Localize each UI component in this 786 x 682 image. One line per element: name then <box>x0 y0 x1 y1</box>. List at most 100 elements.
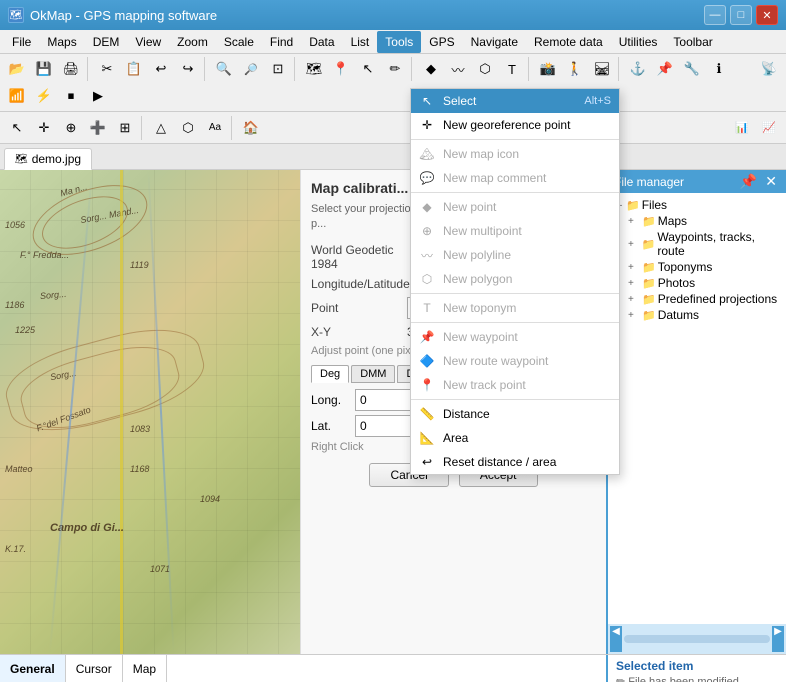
status-tab-map[interactable]: Map <box>123 655 167 682</box>
menu-toolbar[interactable]: Toolbar <box>665 31 720 53</box>
panel-close-btn[interactable]: ✕ <box>762 173 780 190</box>
tb-walk[interactable]: 🚶 <box>562 56 588 82</box>
tb-select[interactable]: ↖ <box>355 56 381 82</box>
tb-cut[interactable]: ✂ <box>94 56 120 82</box>
menu-entry-reset-distance[interactable]: ↩ Reset distance / area <box>411 450 619 474</box>
maximize-button[interactable]: □ <box>730 5 752 25</box>
sep5 <box>528 57 532 81</box>
scroll-right-btn[interactable]: ▶ <box>772 626 784 652</box>
num-1056: 1056 <box>5 220 25 230</box>
projections-label: Predefined projections <box>658 292 777 306</box>
tab-bar: 🗺 demo.jpg <box>0 144 786 170</box>
tb-poly[interactable]: ⬡ <box>472 56 498 82</box>
tree-toponyms[interactable]: + 📁 Toponyms <box>628 259 782 275</box>
toolbar-row1: 📂 💾 🖨 ✂ 📋 ↩ ↪ 🔍 🔎 ⊡ 🗺 📍 ↖ ✏ ◆ 〰 ⬡ T 📸 🚶 … <box>0 54 786 112</box>
tb2-plus[interactable]: ⊕ <box>58 115 84 141</box>
tb2-txt[interactable]: Aa <box>202 115 228 141</box>
tb-zoom-in[interactable]: 🔍 <box>211 56 237 82</box>
window-controls[interactable]: — □ ✕ <box>704 5 778 25</box>
tb-photo[interactable]: 📸 <box>535 56 561 82</box>
tree-photos[interactable]: + 📁 Photos <box>628 275 782 291</box>
menu-remote-data[interactable]: Remote data <box>526 31 611 53</box>
menu-find[interactable]: Find <box>262 31 301 53</box>
menu-tools[interactable]: Tools <box>377 31 421 53</box>
tb-text[interactable]: T <box>499 56 525 82</box>
tb2-tri[interactable]: △ <box>148 115 174 141</box>
map-panel[interactable]: Ma n... Sorg... Mand... F.° Fredda... So… <box>0 170 300 654</box>
menu-entry-new-point: ◆ New point <box>411 195 619 219</box>
tree-root[interactable]: — 📁 Files <box>612 197 782 213</box>
toponyms-label: Toponyms <box>658 260 713 274</box>
status-tab-cursor[interactable]: Cursor <box>66 655 123 682</box>
new-multipoint-label: New multipoint <box>443 224 611 238</box>
minimize-button[interactable]: — <box>704 5 726 25</box>
menu-entry-distance[interactable]: 📏 Distance <box>411 402 619 426</box>
tb2-r2[interactable]: 📈 <box>756 115 782 141</box>
tb-point[interactable]: ◆ <box>418 56 444 82</box>
menu-view[interactable]: View <box>127 31 169 53</box>
tab-dmm[interactable]: DMM <box>351 365 395 383</box>
tb2-r1[interactable]: 📊 <box>729 115 755 141</box>
menu-entry-select[interactable]: ↖ Select Alt+S <box>411 89 619 113</box>
tree-datums[interactable]: + 📁 Datums <box>628 307 782 323</box>
tb-edit[interactable]: ✏ <box>382 56 408 82</box>
tb-pin[interactable]: 📌 <box>652 56 678 82</box>
scroll-left-btn[interactable]: ◀ <box>610 626 622 652</box>
menu-file[interactable]: File <box>4 31 39 53</box>
tb-print[interactable]: 🖨 <box>58 56 84 82</box>
close-button[interactable]: ✕ <box>756 5 778 25</box>
menu-sep-4 <box>411 322 619 323</box>
menu-dem[interactable]: DEM <box>85 31 128 53</box>
menu-list[interactable]: List <box>343 31 378 53</box>
tb2-cross[interactable]: ✛ <box>31 115 57 141</box>
new-toponym-icon: T <box>419 300 435 316</box>
menu-entry-area[interactable]: 📐 Area <box>411 426 619 450</box>
tree-waypoints[interactable]: + 📁 Waypoints, tracks, route <box>628 229 782 259</box>
tb2-home[interactable]: 🏠 <box>238 115 264 141</box>
status-tab-general[interactable]: General <box>0 655 66 682</box>
tb-remote2[interactable]: 📶 <box>4 83 30 109</box>
menu-data[interactable]: Data <box>301 31 342 53</box>
menu-zoom[interactable]: Zoom <box>169 31 216 53</box>
reset-distance-label: Reset distance / area <box>443 455 611 469</box>
menu-maps[interactable]: Maps <box>39 31 84 53</box>
tb2-hex[interactable]: ⬡ <box>175 115 201 141</box>
new-multipoint-icon: ⊕ <box>419 223 435 239</box>
photos-label: Photos <box>658 276 695 290</box>
tb-redo[interactable]: ↪ <box>175 56 201 82</box>
menu-entry-georeference[interactable]: ✛ New georeference point <box>411 113 619 137</box>
tb2-add[interactable]: ➕ <box>85 115 111 141</box>
tb-copy[interactable]: 📋 <box>121 56 147 82</box>
tab-deg[interactable]: Deg <box>311 365 349 383</box>
tb-remote1[interactable]: 📡 <box>756 56 782 82</box>
tb-remote5[interactable]: ▶ <box>85 83 111 109</box>
tb-map1[interactable]: 🗺 <box>301 56 327 82</box>
tb-zoom-out[interactable]: 🔎 <box>238 56 264 82</box>
tb-save[interactable]: 💾 <box>31 56 57 82</box>
new-route-waypoint-label: New route waypoint <box>443 354 611 368</box>
tb-remote3[interactable]: ⚡ <box>31 83 57 109</box>
num-1071: 1071 <box>150 564 170 574</box>
tb-remote4[interactable]: ⏹ <box>58 83 84 109</box>
panel-pin-btn[interactable]: 📌 <box>737 173 760 190</box>
sep6 <box>618 57 622 81</box>
tb2-grid[interactable]: ⊞ <box>112 115 138 141</box>
panel-scroll-area: ◀ ▶ <box>608 624 786 654</box>
tree-maps[interactable]: + 📁 Maps <box>628 213 782 229</box>
tb-map2[interactable]: 📍 <box>328 56 354 82</box>
tb2-cursor[interactable]: ↖ <box>4 115 30 141</box>
tree-projections[interactable]: + 📁 Predefined projections <box>628 291 782 307</box>
menu-utilities[interactable]: Utilities <box>611 31 666 53</box>
menu-scale[interactable]: Scale <box>216 31 262 53</box>
tab-demo[interactable]: 🗺 demo.jpg <box>4 148 92 170</box>
tb-anchor[interactable]: ⚓ <box>625 56 651 82</box>
tb-line[interactable]: 〰 <box>445 56 471 82</box>
menu-gps[interactable]: GPS <box>421 31 462 53</box>
tb-undo[interactable]: ↩ <box>148 56 174 82</box>
tb-info[interactable]: ℹ <box>706 56 732 82</box>
tb-zoom-fit[interactable]: ⊡ <box>265 56 291 82</box>
tb-track[interactable]: 🛤 <box>589 56 615 82</box>
tb-settings[interactable]: 🔧 <box>679 56 705 82</box>
menu-navigate[interactable]: Navigate <box>463 31 526 53</box>
tb-open[interactable]: 📂 <box>4 56 30 82</box>
